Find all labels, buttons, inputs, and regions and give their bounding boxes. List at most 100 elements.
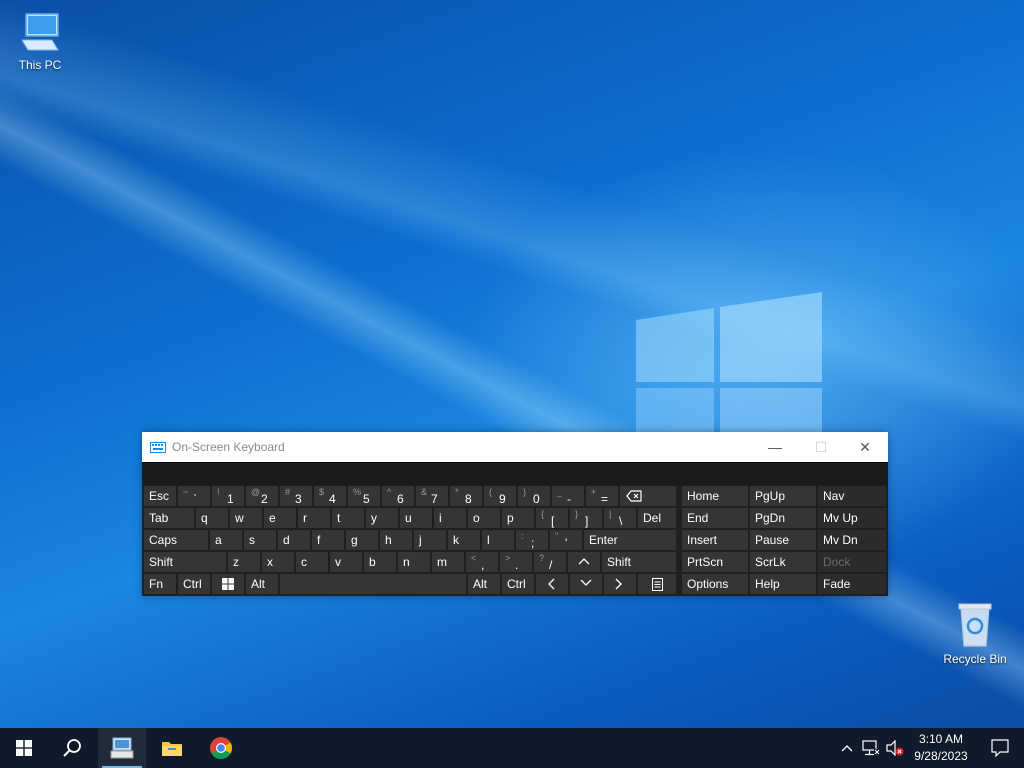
key-u[interactable]: u xyxy=(400,508,432,528)
key-backspace[interactable] xyxy=(620,486,676,506)
key-left-ctrl[interactable]: Ctrl xyxy=(178,574,210,594)
key-space[interactable] xyxy=(280,574,466,594)
key-9[interactable]: (9 xyxy=(484,486,516,506)
key-arrow-right[interactable] xyxy=(604,574,636,594)
key-a[interactable]: a xyxy=(210,530,242,550)
key-nav[interactable]: Nav xyxy=(818,486,886,506)
key-q[interactable]: q xyxy=(196,508,228,528)
key-options[interactable]: Options xyxy=(682,574,748,594)
taskbar-clock[interactable]: 3:10 AM 9/28/2023 xyxy=(906,731,976,765)
key-j[interactable]: j xyxy=(414,530,446,550)
search-button[interactable] xyxy=(48,728,96,768)
notifications-button[interactable] xyxy=(976,728,1024,768)
osk-title-bar[interactable]: On-Screen Keyboard — ☐ ✕ xyxy=(142,432,888,462)
show-hidden-icons-button[interactable] xyxy=(836,728,858,768)
key-d[interactable]: d xyxy=(278,530,310,550)
key-caps[interactable]: Caps xyxy=(144,530,208,550)
key-0[interactable]: ) 0 xyxy=(518,486,550,506)
key-o[interactable]: o xyxy=(468,508,500,528)
key-arrow-down[interactable] xyxy=(570,574,602,594)
key-1[interactable]: ! 1 xyxy=(212,486,244,506)
taskbar-osk-app[interactable] xyxy=(98,728,146,768)
maximize-button[interactable]: ☐ xyxy=(798,432,844,462)
key-mv-up[interactable]: Mv Up xyxy=(818,508,886,528)
key-y[interactable]: y xyxy=(366,508,398,528)
key-g[interactable]: g xyxy=(346,530,378,550)
key-slash[interactable]: ? / xyxy=(534,552,566,572)
key-5[interactable]: % 5 xyxy=(348,486,380,506)
key-x[interactable]: x xyxy=(262,552,294,572)
start-button[interactable] xyxy=(0,728,48,768)
taskbar-file-explorer[interactable] xyxy=(148,728,196,768)
key-r[interactable]: r xyxy=(298,508,330,528)
key-home[interactable]: Home xyxy=(682,486,748,506)
key-del[interactable]: Del xyxy=(638,508,676,528)
desktop-icon-this-pc[interactable]: This PC xyxy=(0,10,80,72)
key-6[interactable]: ^ 6 xyxy=(382,486,414,506)
key-comma[interactable]: <, xyxy=(466,552,498,572)
key-enter[interactable]: Enter xyxy=(584,530,676,550)
key-windows[interactable] xyxy=(212,574,244,594)
key-left-shift[interactable]: Shift xyxy=(144,552,226,572)
key-backtick[interactable]: ~ ` xyxy=(178,486,210,506)
key-k[interactable]: k xyxy=(448,530,480,550)
key-w[interactable]: w xyxy=(230,508,262,528)
key-scrlk[interactable]: ScrLk xyxy=(750,552,816,572)
key-fn[interactable]: Fn xyxy=(144,574,176,594)
key-2[interactable]: @2 xyxy=(246,486,278,506)
key-insert[interactable]: Insert xyxy=(682,530,748,550)
key-quote[interactable]: " ' xyxy=(550,530,582,550)
key-tab[interactable]: Tab xyxy=(144,508,194,528)
minimize-button[interactable]: — xyxy=(752,432,798,462)
key-dock[interactable]: Dock xyxy=(818,552,886,572)
key-arrow-up[interactable] xyxy=(568,552,600,572)
key-p[interactable]: p xyxy=(502,508,534,528)
key-right-shift[interactable]: Shift xyxy=(602,552,676,572)
taskbar-chrome[interactable] xyxy=(197,728,245,768)
key-c[interactable]: c xyxy=(296,552,328,572)
key-period[interactable]: >. xyxy=(500,552,532,572)
key-left-alt[interactable]: Alt xyxy=(246,574,278,594)
key-4[interactable]: $4 xyxy=(314,486,346,506)
key-esc[interactable]: Esc xyxy=(144,486,176,506)
key-f[interactable]: f xyxy=(312,530,344,550)
close-button[interactable]: ✕ xyxy=(842,432,888,462)
key-right-alt[interactable]: Alt xyxy=(468,574,500,594)
key-e[interactable]: e xyxy=(264,508,296,528)
on-screen-keyboard-window: On-Screen Keyboard — ☐ ✕ Esc ~ ` ! 1 @2 #3… xyxy=(142,432,888,596)
key-z[interactable]: z xyxy=(228,552,260,572)
key-menu[interactable] xyxy=(638,574,676,594)
key-8[interactable]: * 8 xyxy=(450,486,482,506)
key-right-ctrl[interactable]: Ctrl xyxy=(502,574,534,594)
key-n[interactable]: n xyxy=(398,552,430,572)
key-end[interactable]: End xyxy=(682,508,748,528)
desktop-icon-recycle-bin[interactable]: Recycle Bin xyxy=(935,600,1015,666)
network-tray-button[interactable] xyxy=(860,728,882,768)
key-v[interactable]: v xyxy=(330,552,362,572)
key-fade[interactable]: Fade xyxy=(818,574,886,594)
volume-tray-button[interactable] xyxy=(884,728,906,768)
key-equals[interactable]: + = xyxy=(586,486,618,506)
key-backslash[interactable]: | \ xyxy=(604,508,636,528)
key-prtscn[interactable]: PrtScn xyxy=(682,552,748,572)
key-3[interactable]: #3 xyxy=(280,486,312,506)
key-mv-dn[interactable]: Mv Dn xyxy=(818,530,886,550)
key-semicolon[interactable]: :; xyxy=(516,530,548,550)
key-i[interactable]: i xyxy=(434,508,466,528)
key-7[interactable]: & 7 xyxy=(416,486,448,506)
key-shift-label: ? xyxy=(539,553,545,563)
key-help[interactable]: Help xyxy=(750,574,816,594)
key-pgdn[interactable]: PgDn xyxy=(750,508,816,528)
key-l[interactable]: l xyxy=(482,530,514,550)
key-pgup[interactable]: PgUp xyxy=(750,486,816,506)
key-b[interactable]: b xyxy=(364,552,396,572)
key-arrow-left[interactable] xyxy=(536,574,568,594)
key-pause[interactable]: Pause xyxy=(750,530,816,550)
key-s[interactable]: s xyxy=(244,530,276,550)
key-open-bracket[interactable]: {[ xyxy=(536,508,568,528)
key-minus[interactable]: _ - xyxy=(552,486,584,506)
key-h[interactable]: h xyxy=(380,530,412,550)
key-m[interactable]: m xyxy=(432,552,464,572)
key-t[interactable]: t xyxy=(332,508,364,528)
key-close-bracket[interactable]: }] xyxy=(570,508,602,528)
